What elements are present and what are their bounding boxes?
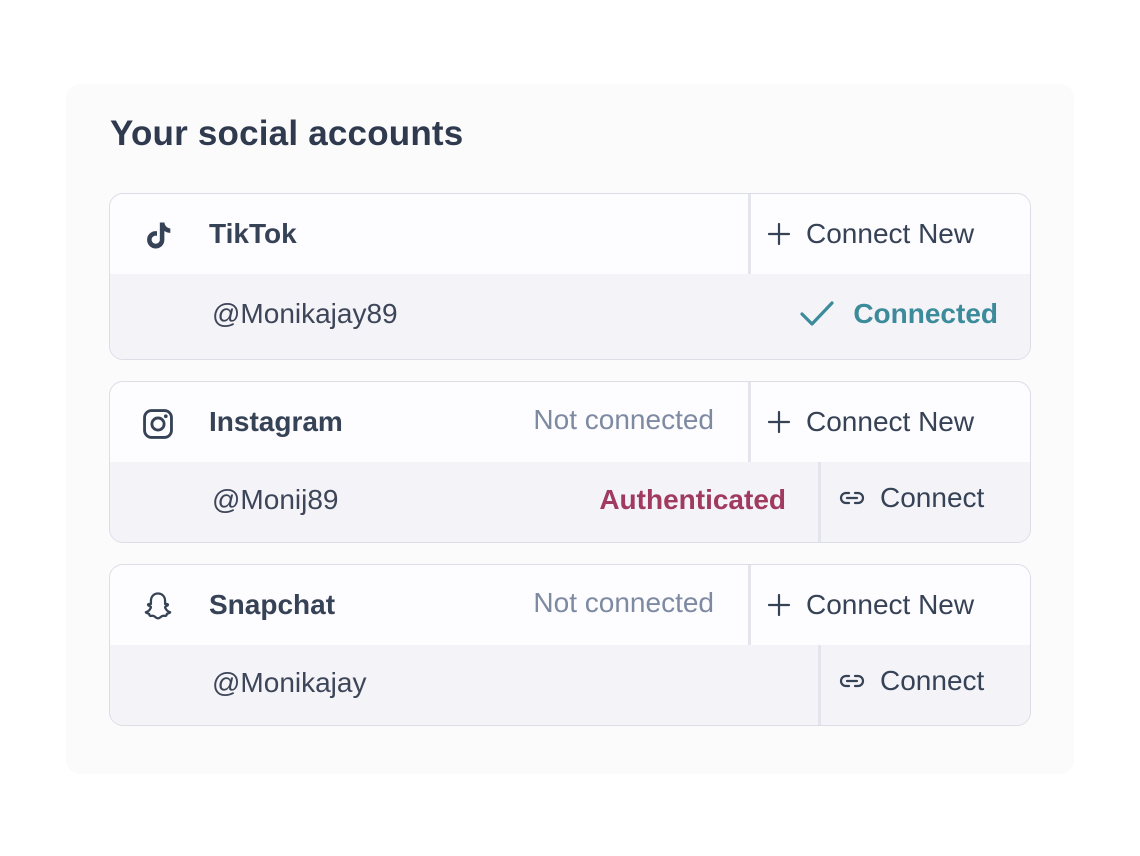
plus-icon	[766, 409, 792, 435]
connect-new-button[interactable]: Connect New	[766, 402, 974, 442]
connect-label: Connect	[880, 482, 985, 513]
link-icon	[838, 671, 866, 691]
divider	[818, 645, 821, 725]
plus-icon	[766, 221, 792, 247]
connected-label: Connected	[853, 298, 998, 329]
account-handle: @Monikajay89	[212, 298, 398, 329]
account-name: TikTok	[209, 218, 297, 249]
link-icon	[838, 488, 866, 508]
divider	[748, 382, 751, 462]
divider	[748, 565, 751, 645]
account-handle: @Monikajay	[212, 667, 367, 698]
connect-new-button[interactable]: Connect New	[766, 214, 974, 254]
instagram-icon	[138, 404, 178, 444]
account-card-snapchat: Snapchat Not connected Connect New @Moni…	[109, 564, 1031, 726]
connect-button[interactable]: Connect	[838, 665, 984, 697]
account-handle-row: @Monikajay89 Connected	[110, 274, 1030, 359]
connect-new-label: Connect New	[806, 218, 975, 249]
authenticated-status: Authenticated	[599, 484, 786, 515]
not-connected-status: Not connected	[533, 404, 714, 435]
plus-icon	[766, 592, 792, 618]
connect-new-button[interactable]: Connect New	[766, 585, 974, 625]
connect-label: Connect	[880, 665, 985, 696]
account-card-instagram: Instagram Not connected Connect New @Mon…	[109, 381, 1031, 543]
connect-new-label: Connect New	[806, 589, 975, 620]
tiktok-icon	[138, 216, 178, 256]
checkmark-icon	[799, 300, 835, 328]
page-title: Your social accounts	[110, 114, 464, 153]
connect-new-label: Connect New	[806, 406, 975, 437]
snapchat-icon	[138, 587, 178, 627]
connect-button[interactable]: Connect	[838, 482, 984, 514]
account-card-tiktok: TikTok Connect New @Monikajay89 Connecte…	[109, 193, 1031, 360]
account-name: Snapchat	[209, 589, 336, 620]
connected-status: Connected	[799, 298, 998, 330]
divider	[748, 194, 751, 274]
account-handle: @Monij89	[212, 484, 339, 515]
not-connected-status: Not connected	[533, 587, 714, 618]
account-name: Instagram	[209, 406, 343, 437]
divider	[818, 462, 821, 542]
